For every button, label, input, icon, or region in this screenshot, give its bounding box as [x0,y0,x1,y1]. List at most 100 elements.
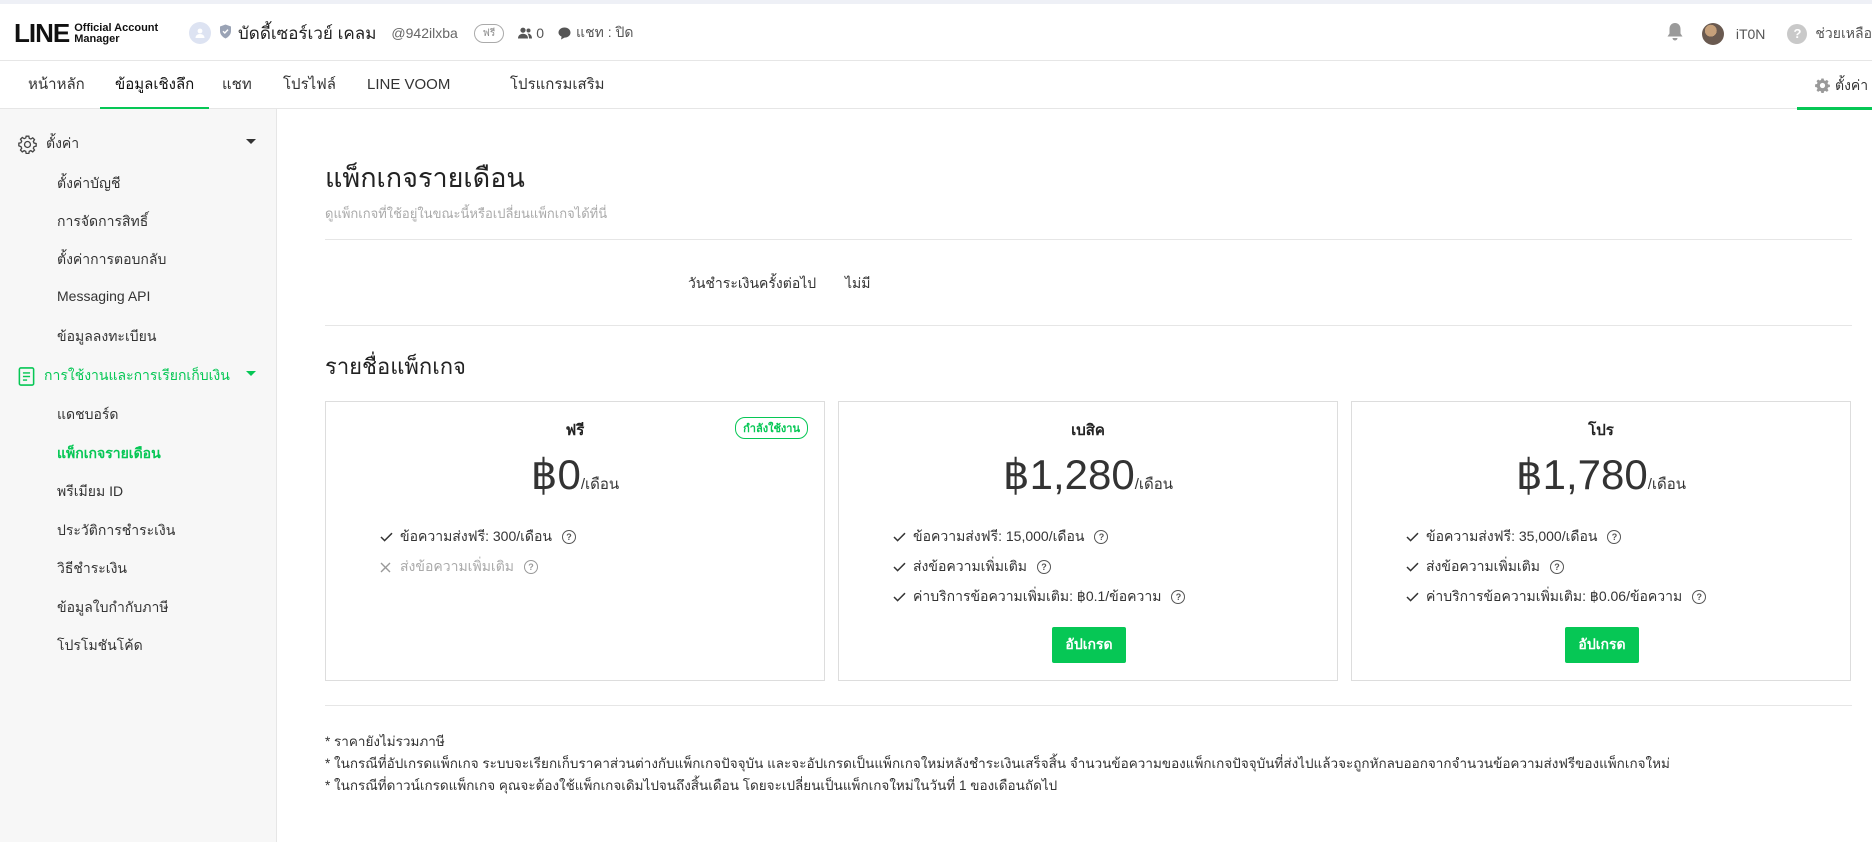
check-icon [893,592,909,602]
plan-name: เบสิค [1071,422,1105,439]
check-icon [380,532,396,542]
divider [325,705,1852,706]
account-id: @942ilxba [391,25,458,41]
user-name[interactable]: iT0N [1736,26,1766,42]
plan-feature-label: ส่งข้อความเพิ่มเติม [1426,558,1541,574]
sidebar-item-payment-history[interactable]: ประวัติการชำระเงิน [57,520,175,542]
plan-price: ฿1,280/เดือน [839,450,1337,499]
sidebar-item-promo-code[interactable]: โปรโมชันโค้ด [57,635,143,657]
friends-count-value: 0 [536,25,545,41]
tab-settings-label: ตั้งค่า [1835,76,1869,93]
tab-home[interactable]: หน้าหลัก [13,62,100,109]
plan-feature-label: ค่าบริการข้อความเพิ่มเติม: ฿0.06/ข้อความ [1426,588,1683,604]
sidebar-item-permissions[interactable]: การจัดการสิทธิ์ [57,211,148,233]
plan-feature-label: ข้อความส่งฟรี: 35,000/เดือน [1426,528,1598,544]
chevron-down-icon [246,371,256,376]
footnote: * ราคายังไม่รวมภาษี [325,734,445,749]
plan-name: โปร [1588,422,1614,439]
check-icon [1406,532,1422,542]
sidebar-item-premium-id[interactable]: พรีเมียม ID [57,481,123,503]
account-avatar [189,22,211,44]
sidebar-item-tax-invoice[interactable]: ข้อมูลใบกำกับภาษี [57,597,169,619]
plan-price-amount: ฿1,780 [1515,451,1648,498]
page-subtitle: ดูแพ็กเกจที่ใช้อยู่ในขณะนี้หรือเปลี่ยนแพ… [325,206,608,221]
cross-icon [380,562,396,573]
plan-card-free: ฟรี กำลังใช้งาน ฿0/เดือน ข้อความส่งฟรี: … [325,401,825,681]
sidebar-item-account-settings[interactable]: ตั้งค่าบัญชี [57,173,120,195]
question-icon[interactable]: ? [1037,560,1052,574]
check-icon [893,562,909,572]
chevron-down-icon [246,139,256,144]
plan-feature-label: ค่าบริการข้อความเพิ่มเติม: ฿0.1/ข้อความ [913,588,1162,604]
question-icon[interactable]: ? [1094,530,1109,544]
sidebar-section-billing-label: การใช้งานและการเรียกเก็บเงิน [44,367,230,383]
sidebar-item-dashboard[interactable]: แดชบอร์ด [57,404,119,426]
current-plan-badge: กำลังใช้งาน [735,417,808,439]
tab-line-voom[interactable]: LINE VOOM [352,62,465,109]
gear-icon [18,135,37,154]
upgrade-button[interactable]: อัปเกรด [1052,627,1126,663]
tab-chat[interactable]: แชท [207,62,267,109]
upgrade-button[interactable]: อัปเกรด [1565,627,1639,663]
plan-feature: ข้อความส่งฟรี: 300/เดือน ? [380,526,576,548]
question-icon[interactable]: ? [562,530,576,544]
sidebar-item-payment-method[interactable]: วิธีชำระเงิน [57,558,127,580]
sidebar-item-messaging-api[interactable]: Messaging API [57,288,150,304]
tab-settings[interactable]: ตั้งค่า [1797,62,1872,110]
plan-price-unit: /เดือน [1134,476,1174,493]
user-avatar[interactable] [1701,22,1724,45]
sidebar-item-monthly-package[interactable]: แพ็กเกจรายเดือน [57,443,161,465]
sidebar: ตั้งค่า ตั้งค่าบัญชี การจัดการสิทธิ์ ตั้… [0,109,277,842]
plan-feature: ส่งข้อความเพิ่มเติม ? [1406,556,1565,578]
bell-icon[interactable] [1666,22,1684,45]
help-link[interactable]: ช่วยเหลือ [1815,23,1872,45]
sidebar-section-settings[interactable]: ตั้งค่า [18,133,256,155]
question-icon[interactable]: ? [524,560,539,574]
tab-extensions[interactable]: โปรแกรมเสริม [495,62,620,109]
sidebar-item-registration-info[interactable]: ข้อมูลลงทะเบียน [57,326,156,348]
logo-subtext-line2: Manager [74,32,120,45]
sidebar-section-settings-label: ตั้งค่า [46,135,80,151]
person-icon [195,28,205,38]
chat-status-label: แชท : ปิด [576,24,634,40]
question-icon[interactable]: ? [1692,590,1707,604]
tab-insights[interactable]: ข้อมูลเชิงลึก [100,62,210,110]
friends-icon [518,27,533,39]
plan-feature-label: ส่งข้อความเพิ่มเติม [400,558,515,574]
plan-feature-disabled: ส่งข้อความเพิ่มเติม ? [380,556,539,578]
chat-status[interactable]: แชท : ปิด [558,22,633,44]
check-icon [1406,592,1422,602]
plan-price: ฿1,780/เดือน [1352,450,1850,499]
account-name: บัดดี้เซอร์เวย์ เคลม [238,23,377,43]
header-right: iT0N ? ช่วยเหลือ [1666,22,1872,45]
plan-feature-label: ข้อความส่งฟรี: 300/เดือน [400,528,552,544]
document-icon [18,366,35,386]
plan-feature: ค่าบริการข้อความเพิ่มเติม: ฿0.1/ข้อความ … [893,586,1186,608]
sidebar-section-billing[interactable]: การใช้งานและการเรียกเก็บเงิน [18,365,256,387]
gear-icon [1815,78,1830,93]
plan-card-pro: โปร ฿1,780/เดือน ข้อความส่งฟรี: 35,000/เ… [1351,401,1851,681]
plan-price-amount: ฿0 [530,451,581,498]
app-header: LINE Official Account Manager บัดดี้เซอร… [0,4,1872,61]
account-switcher[interactable]: บัดดี้เซอร์เวย์ เคลม @942ilxba ฟรี 0 แชท… [189,20,633,46]
help-icon[interactable]: ? [1787,23,1808,44]
logo-text: LINE [14,18,70,48]
plan-price: ฿0/เดือน [326,450,824,499]
divider [325,325,1852,326]
check-icon [1406,562,1422,572]
footnotes: * ราคายังไม่รวมภาษี * ในกรณีที่อัปเกรดแพ… [325,731,1670,797]
plan-feature: ข้อความส่งฟรี: 15,000/เดือน ? [893,526,1109,548]
sidebar-item-response-settings[interactable]: ตั้งค่าการตอบกลับ [57,249,166,271]
tab-profile[interactable]: โปรไฟล์ [268,62,351,109]
plan-price-amount: ฿1,280 [1002,451,1135,498]
divider [325,239,1852,240]
plan-price-unit: /เดือน [1647,476,1687,493]
question-icon[interactable]: ? [1607,530,1622,544]
chat-bubble-icon [558,27,571,39]
question-icon[interactable]: ? [1171,590,1186,604]
question-icon[interactable]: ? [1550,560,1565,574]
plan-feature: ข้อความส่งฟรี: 35,000/เดือน ? [1406,526,1622,548]
line-oa-logo[interactable]: LINE Official Account Manager [14,18,158,49]
logo-subtext: Official Account Manager [74,22,158,45]
page-title: แพ็กเกจรายเดือน [325,163,525,193]
